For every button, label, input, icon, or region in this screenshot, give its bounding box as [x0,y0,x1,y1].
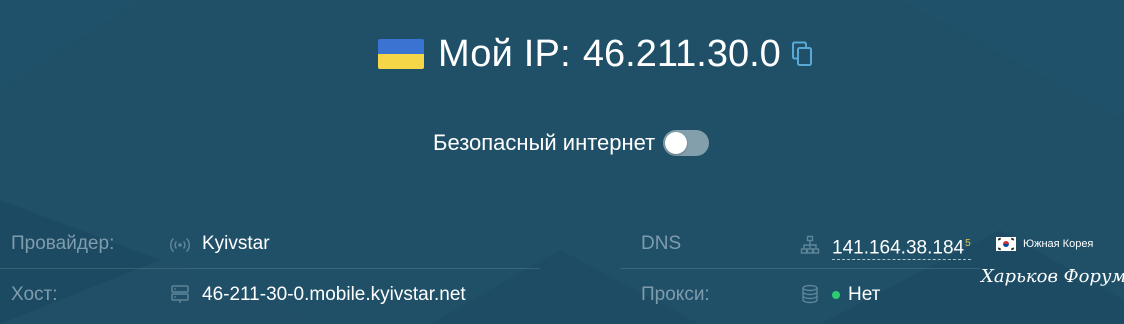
divider [0,268,540,269]
database-icon [800,284,820,304]
dns-ip-link[interactable]: 141.164.38.1845 [832,233,971,261]
dns-ip: 141.164.38.184 [832,237,965,259]
provider-label: Провайдер: [11,233,115,254]
dns-server-count: 5 [965,238,971,249]
ip-label: Мой IP: [438,32,571,75]
safe-internet-label: Безопасный интернет [433,130,656,155]
divider [620,268,980,269]
host-label: Хост: [11,284,58,305]
south-korea-flag-icon [996,237,1016,251]
provider-value: Kyivstar [202,233,270,254]
host-value: 46-211-30-0.mobile.kyivstar.net [202,284,466,305]
ip-address[interactable]: 46.211.30.0 [583,33,781,76]
network-icon [800,235,820,255]
ip-header: Мой IP: 46.211.30.0 [378,30,813,78]
watermark: Харьков Форум [981,266,1124,287]
proxy-label: Прокси: [641,284,710,305]
safe-internet-toggle[interactable] [663,130,710,156]
server-icon [170,284,190,304]
dns-country-name: Южная Корея [1023,238,1094,250]
copy-icon[interactable] [791,41,813,67]
toggle-knob [665,132,688,154]
signal-icon [169,235,191,255]
dns-label: DNS [641,233,682,254]
safe-internet-row: Безопасный интернет [433,128,710,158]
dns-country: Южная Корея [996,237,1093,251]
proxy-status-dot [832,291,840,299]
ukraine-flag-icon [378,39,424,69]
proxy-value: Нет [848,284,881,305]
